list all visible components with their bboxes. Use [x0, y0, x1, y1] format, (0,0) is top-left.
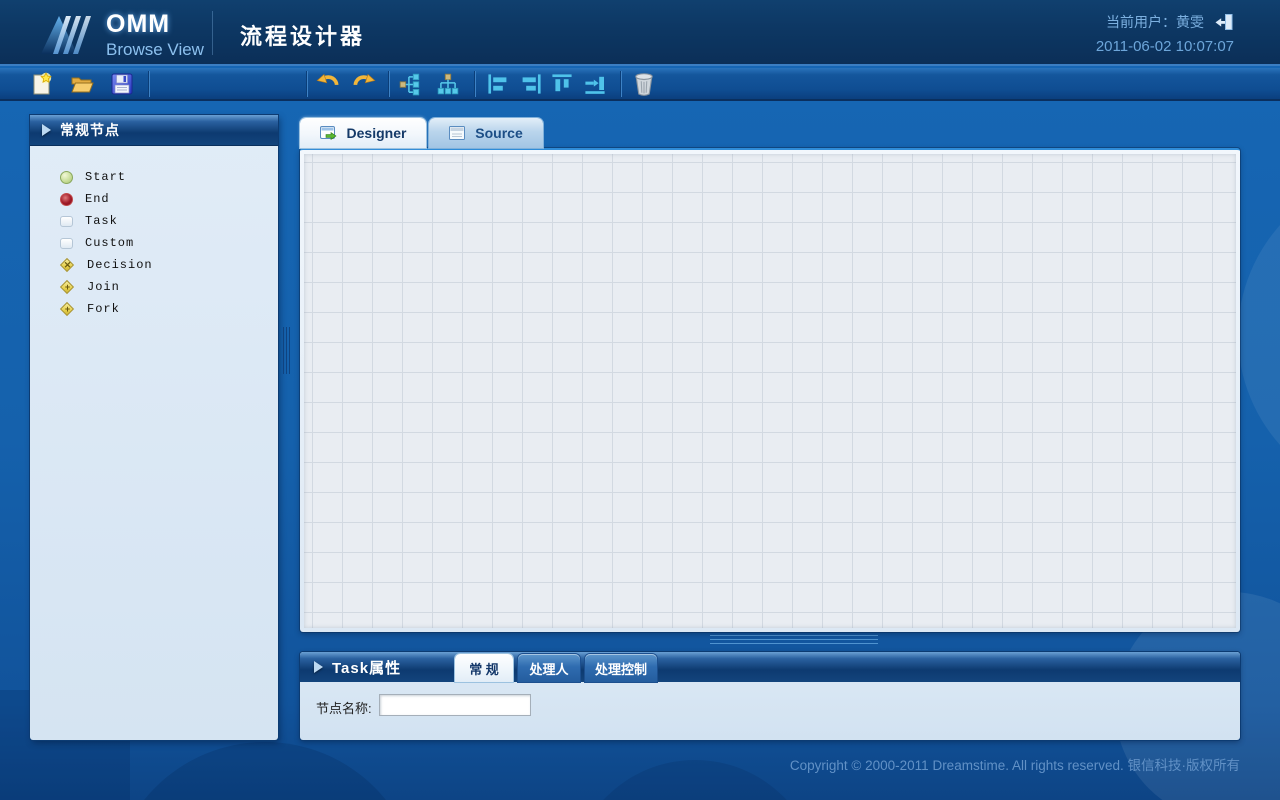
task-node-icon — [60, 216, 73, 227]
bg-circle — [110, 742, 420, 800]
horizontal-splitter-grip[interactable] — [710, 635, 878, 644]
task-properties-title: Task属性 — [332, 657, 401, 678]
tab-source[interactable]: Source — [429, 118, 543, 148]
palette-item-task[interactable]: Task — [60, 210, 278, 232]
vertical-splitter-grip[interactable] — [283, 327, 292, 374]
new-document-icon[interactable] — [30, 72, 54, 96]
node-label: Custom — [85, 236, 134, 250]
canvas-frame — [300, 148, 1240, 632]
toolbar-separator — [620, 71, 622, 97]
node-name-label: 节点名称: — [316, 698, 372, 717]
header-divider — [212, 11, 213, 55]
tab-handler[interactable]: 处理人 — [518, 654, 580, 682]
tab-label: Designer — [347, 125, 407, 141]
toolbar-separator — [148, 71, 150, 97]
current-user-label: 当前用户：黄雯 — [1106, 12, 1204, 32]
tab-label: 处理控制 — [595, 659, 647, 678]
design-canvas[interactable] — [304, 154, 1236, 628]
delete-trash-icon[interactable] — [632, 72, 656, 96]
node-palette-panel: 常规节点 Start End Task Custom ✕ Decision — [30, 115, 278, 740]
bg-circle — [1238, 170, 1280, 500]
tab-designer[interactable]: Designer — [300, 118, 426, 148]
toolbar-separator — [306, 71, 308, 97]
align-right-icon[interactable] — [519, 72, 543, 96]
align-top-icon[interactable] — [550, 72, 574, 96]
omm-logo-icon — [40, 13, 102, 55]
logo-title: OMM — [106, 10, 204, 39]
tab-label: 常 规 — [469, 659, 499, 678]
join-node-icon: + — [60, 280, 75, 295]
logo-text: OMM Browse View — [106, 10, 204, 60]
node-label: Start — [85, 170, 126, 184]
node-label: End — [85, 192, 110, 206]
redo-icon[interactable] — [352, 72, 376, 96]
node-list: Start End Task Custom ✕ Decision + Join — [30, 146, 278, 320]
arrow-right-icon — [314, 661, 323, 673]
layout-vertical-tree-icon[interactable] — [436, 72, 460, 96]
tab-handling-control[interactable]: 处理控制 — [585, 654, 657, 682]
task-properties-panel: Task属性 常 规 处理人 处理控制 节点名称: — [300, 652, 1240, 740]
page-title: 流程设计器 — [240, 19, 365, 51]
logo-subtitle: Browse View — [106, 40, 204, 60]
logout-icon[interactable] — [1214, 13, 1234, 31]
user-block: 当前用户：黄雯 2011-06-02 10:07:07 — [1096, 12, 1234, 55]
fork-node-icon: + — [60, 302, 75, 317]
undo-icon[interactable] — [316, 72, 340, 96]
tab-label: 处理人 — [529, 659, 568, 678]
node-label: Task — [85, 214, 118, 228]
start-node-icon — [60, 171, 73, 184]
source-tab-icon — [449, 126, 465, 140]
task-properties-header: Task属性 常 规 处理人 处理控制 — [300, 652, 1240, 682]
palette-item-custom[interactable]: Custom — [60, 232, 278, 254]
tab-general[interactable]: 常 规 — [455, 654, 513, 682]
palette-item-end[interactable]: End — [60, 188, 278, 210]
palette-item-fork[interactable]: + Fork — [60, 298, 278, 320]
bg-circle — [570, 760, 820, 800]
layout-horizontal-tree-icon[interactable] — [398, 72, 422, 96]
toolbar-separator — [388, 71, 390, 97]
custom-node-icon — [60, 238, 73, 249]
toolbar — [0, 68, 1280, 101]
current-time: 2011-06-02 10:07:07 — [1096, 38, 1234, 55]
open-folder-icon[interactable] — [70, 72, 94, 96]
align-left-icon[interactable] — [486, 72, 510, 96]
arrow-right-icon — [42, 124, 51, 136]
save-icon[interactable] — [110, 72, 134, 96]
toolbar-separator — [474, 71, 476, 97]
node-label: Join — [87, 280, 120, 294]
node-palette-header: 常规节点 — [30, 115, 278, 146]
decision-node-icon: ✕ — [60, 258, 75, 273]
app-header: OMM Browse View 流程设计器 当前用户：黄雯 2011-06-02… — [0, 0, 1280, 66]
node-name-input[interactable] — [379, 694, 531, 716]
designer-tab-icon — [320, 126, 337, 141]
palette-item-start[interactable]: Start — [60, 166, 278, 188]
palette-item-decision[interactable]: ✕ Decision — [60, 254, 278, 276]
node-label: Fork — [87, 302, 120, 316]
end-node-icon — [60, 193, 73, 206]
node-label: Decision — [87, 258, 153, 272]
app-window: OMM Browse View 流程设计器 当前用户：黄雯 2011-06-02… — [0, 0, 1280, 800]
align-bottom-icon[interactable] — [583, 72, 607, 96]
task-properties-body: 节点名称: — [300, 682, 1240, 740]
copyright-text: Copyright © 2000-2011 Dreamstime. All ri… — [790, 754, 1240, 774]
palette-item-join[interactable]: + Join — [60, 276, 278, 298]
node-palette-title: 常规节点 — [60, 120, 120, 140]
tab-label: Source — [475, 125, 522, 141]
